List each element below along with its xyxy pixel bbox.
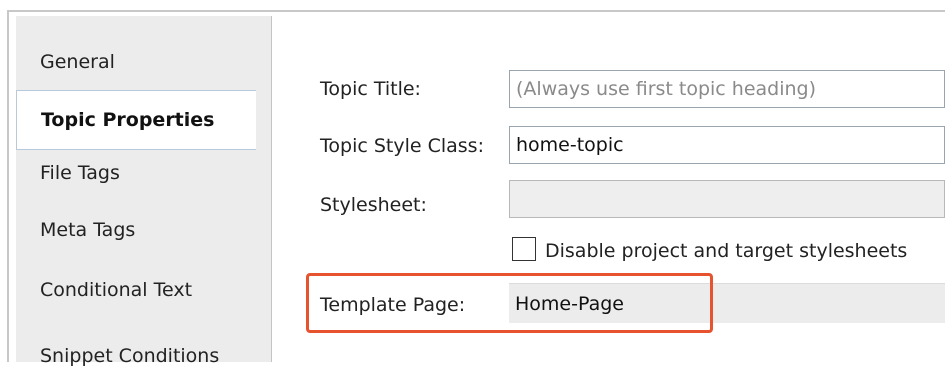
- topic-style-class-value: home-topic: [516, 134, 624, 156]
- tab-topic-properties[interactable]: Topic Properties: [16, 90, 256, 150]
- dialog-border-left: [7, 10, 9, 362]
- template-page-label: Template Page:: [320, 294, 466, 316]
- topic-style-class-label: Topic Style Class:: [320, 135, 484, 157]
- topic-title-input[interactable]: (Always use first topic heading): [509, 70, 945, 108]
- tab-strip: General File Tags Meta Tags Conditional …: [16, 16, 272, 367]
- tab-general[interactable]: General: [16, 34, 271, 90]
- template-page-dropdown[interactable]: Home-Page: [509, 283, 945, 323]
- disable-stylesheets-checkbox[interactable]: [512, 237, 536, 261]
- tab-general-label: General: [40, 51, 115, 73]
- topic-title-label: Topic Title:: [320, 78, 421, 100]
- tab-snippet-conditions-label: Snippet Conditions: [40, 345, 220, 367]
- topic-title-placeholder: (Always use first topic heading): [516, 78, 817, 100]
- tab-meta-tags[interactable]: Meta Tags: [16, 202, 271, 258]
- topic-style-class-input[interactable]: home-topic: [509, 126, 945, 164]
- tab-file-tags-label: File Tags: [40, 162, 120, 184]
- tab-snippet-conditions[interactable]: Snippet Conditions: [16, 328, 271, 384]
- stylesheet-dropdown[interactable]: [509, 180, 945, 218]
- tab-conditional-text[interactable]: Conditional Text: [16, 262, 271, 318]
- dialog-border-top: [7, 10, 945, 12]
- tab-topic-properties-label: Topic Properties: [41, 109, 215, 131]
- tab-conditional-text-label: Conditional Text: [40, 279, 193, 301]
- template-page-value: Home-Page: [515, 292, 624, 315]
- tab-file-tags[interactable]: File Tags: [16, 145, 271, 201]
- stylesheet-label: Stylesheet:: [320, 194, 427, 216]
- properties-dialog: General File Tags Meta Tags Conditional …: [0, 0, 945, 367]
- tab-meta-tags-label: Meta Tags: [40, 219, 136, 241]
- disable-stylesheets-label: Disable project and target stylesheets: [545, 240, 908, 262]
